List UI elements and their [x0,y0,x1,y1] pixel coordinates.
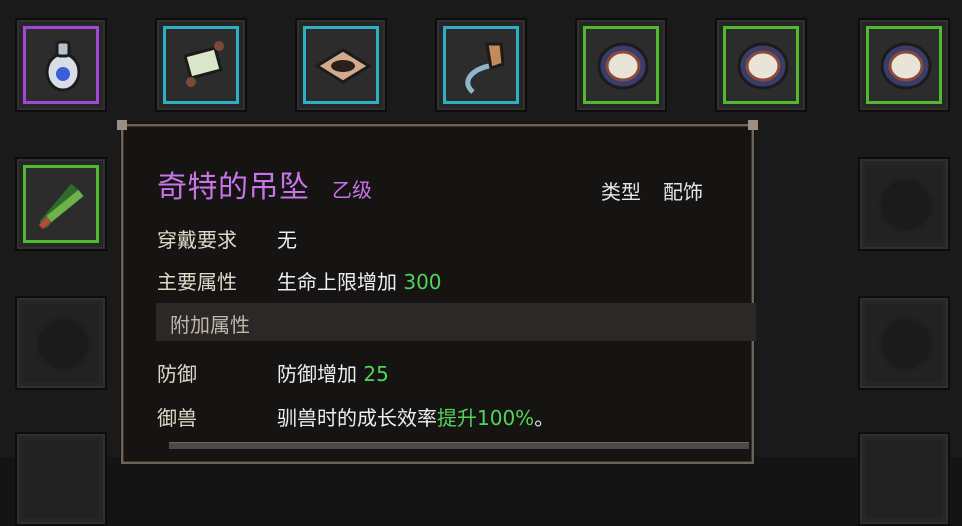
inventory-slot-empty[interactable] [858,296,950,390]
inventory-slot-scroll[interactable] [155,18,247,112]
taming-highlight: 提升100% [437,406,535,430]
taming-suffix: 。 [534,406,555,430]
item-name: 奇特的吊坠 [157,170,310,205]
inventory-slot-hook[interactable] [435,18,527,112]
requirement-label: 穿戴要求 [157,228,237,252]
inventory-slot-empty[interactable] [15,432,107,526]
inventory-slot-pendant[interactable] [15,18,107,112]
taming-label: 御兽 [157,406,197,430]
round-shield-icon [880,42,932,90]
taming-value: 驯兽时的成长效率提升100%。 [277,402,554,431]
tooltip-divider [169,442,749,449]
defense-number: 25 [363,362,389,386]
item-type-value: 配饰 [663,180,703,204]
taming-text: 驯兽时的成长效率 [277,406,437,430]
main-attribute-text: 生命上限增加 [277,270,404,294]
inventory-slot-shield-2[interactable] [715,18,807,112]
inventory-slot-empty[interactable] [15,296,107,390]
item-tooltip: 奇特的吊坠 乙级 类型 配饰 穿戴要求 无 主要属性 生命上限增加 300 附加… [117,120,758,464]
hook-icon [465,42,505,94]
main-attribute-value: 生命上限增加 300 [277,266,442,295]
defense-text: 防御增加 [277,362,364,386]
defense-value: 防御增加 25 [277,358,389,387]
defense-label: 防御 [157,362,197,386]
item-type-label: 类型 [601,180,641,204]
round-shield-icon [737,42,789,90]
extra-attributes-title: 附加属性 [170,313,250,337]
tooltip-corner [117,120,127,130]
leather-patch-icon [314,48,372,84]
inventory-slot-empty[interactable] [858,157,950,251]
inventory-slot-shield-3[interactable] [858,18,950,112]
inventory-slot-empty[interactable] [858,432,950,526]
extra-attributes-header: 附加属性 [156,303,756,341]
inventory-slot-herb[interactable] [15,157,107,251]
main-attribute-label: 主要属性 [157,270,237,294]
requirement-value: 无 [277,228,297,252]
main-attribute-number: 300 [403,270,442,294]
tooltip-corner [748,120,758,130]
scroll-icon [183,41,224,87]
item-grade: 乙级 [332,178,372,202]
herb-bundle-icon [38,183,84,230]
pendant-icon [45,40,81,92]
round-shield-icon [597,42,649,90]
inventory-slot-leather[interactable] [295,18,387,112]
inventory-slot-shield-1[interactable] [575,18,667,112]
